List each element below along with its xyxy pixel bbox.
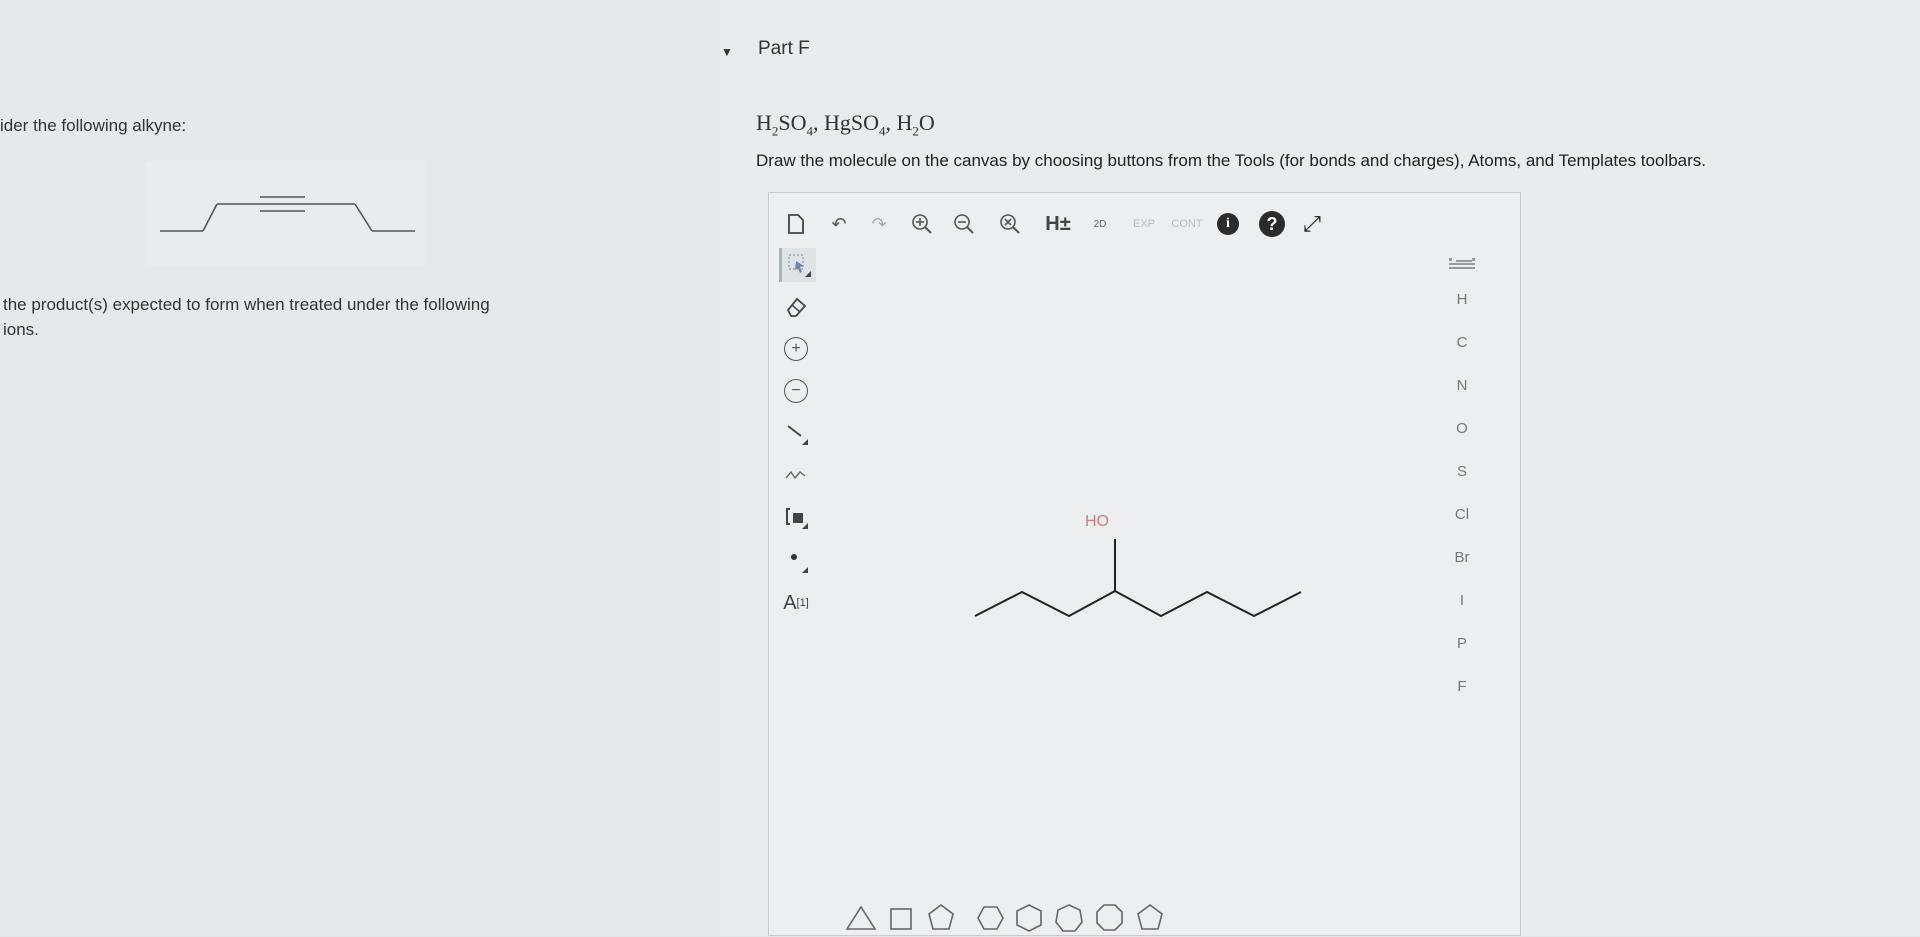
square-template-icon [890, 908, 912, 930]
reagent-o: O [918, 110, 935, 135]
instructions: Draw the molecule on the canvas by choos… [756, 151, 1707, 170]
benzene-template-icon [1016, 904, 1042, 932]
reagent-separator: , [885, 110, 897, 135]
templates-toolbar [829, 893, 1429, 937]
part-title[interactable]: Part F [758, 38, 810, 60]
caret-down-icon[interactable]: ▼ [721, 45, 733, 59]
octagon-template-icon [1096, 904, 1123, 931]
question-line-1: the product(s) expected to form when tre… [3, 295, 490, 314]
molecule-editor[interactable]: ↶ ↷ H± 2D EXP CONT i ? ⤢ + − A [1] H C N… [768, 192, 1521, 936]
intro-text: ider the following alkyne: [0, 116, 187, 135]
reagents: H2SO4, HgSO4, H2O [756, 110, 935, 139]
reagent-separator: , [813, 110, 825, 135]
reagent-h: H [756, 110, 772, 135]
triangle-template-icon [845, 905, 877, 930]
reagent-so: SO [778, 110, 807, 135]
hexagon-template-icon [977, 906, 1004, 930]
reagent-h: H [896, 110, 913, 135]
question-line-2: ions. [3, 320, 39, 339]
hydroxyl-label[interactable]: HO [1085, 513, 1109, 531]
drawn-molecule[interactable] [769, 193, 1520, 935]
reagent-hgso: HgSO [824, 110, 880, 135]
cyclopentadiene-template-icon [1137, 904, 1163, 930]
heptagon-template-icon [1055, 904, 1083, 932]
question-text: the product(s) expected to form when tre… [3, 292, 563, 342]
pentagon-template-icon [928, 904, 954, 930]
left-panel: ider the following alkyne: the product(s… [0, 0, 720, 936]
alkyne-structure [145, 162, 425, 267]
